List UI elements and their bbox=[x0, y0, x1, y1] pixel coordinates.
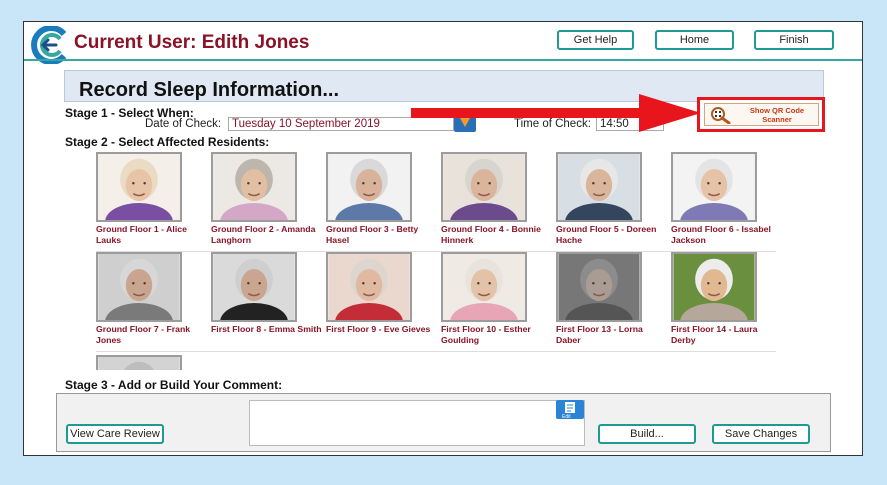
header-divider bbox=[24, 59, 862, 61]
stage2-label: Stage 2 - Select Affected Residents: bbox=[65, 135, 270, 149]
edit-icon-label: Edit bbox=[562, 414, 571, 420]
residents-grid: Ground Floor 1 - Alice Lauks Ground Floor… bbox=[96, 152, 786, 370]
row-divider bbox=[96, 351, 776, 352]
person-portrait-icon bbox=[213, 154, 295, 220]
date-of-check-label: Date of Check: bbox=[145, 118, 222, 130]
resident-photo bbox=[671, 252, 757, 322]
resident-name: First Floor 8 - Emma Smith bbox=[211, 324, 322, 334]
get-help-button[interactable]: Get Help bbox=[557, 30, 634, 50]
resident-photo bbox=[211, 252, 297, 322]
resident-photo bbox=[326, 152, 412, 222]
resident-name: Ground Floor 2 - Amanda Langhorn bbox=[211, 224, 316, 245]
magnifier-qr-icon bbox=[711, 107, 731, 124]
resident-name: Ground Floor 7 - Frank Jones bbox=[96, 324, 191, 345]
resident-name: First Floor 9 - Eve Gieves bbox=[326, 324, 431, 334]
resident-card[interactable] bbox=[96, 355, 206, 370]
person-portrait-icon bbox=[213, 254, 295, 320]
comment-panel: View Care Review Edit Build... Save Chan… bbox=[56, 393, 831, 452]
resident-card[interactable]: Ground Floor 7 - Frank Jones bbox=[96, 252, 206, 350]
resident-photo bbox=[211, 152, 297, 222]
person-portrait-icon bbox=[98, 154, 180, 220]
resident-card[interactable]: First Floor 14 - Laura Derby bbox=[671, 252, 781, 350]
resident-photo bbox=[441, 152, 527, 222]
person-portrait-icon bbox=[328, 254, 410, 320]
resident-photo bbox=[556, 152, 642, 222]
resident-name: First Floor 14 - Laura Derby bbox=[671, 324, 758, 345]
stage3-label: Stage 3 - Add or Build Your Comment: bbox=[65, 378, 283, 392]
resident-card[interactable]: Ground Floor 1 - Alice Lauks bbox=[96, 152, 206, 250]
person-portrait-icon bbox=[443, 154, 525, 220]
resident-card[interactable]: First Floor 9 - Eve Gieves bbox=[326, 252, 436, 350]
resident-card[interactable]: Ground Floor 2 - Amanda Langhorn bbox=[211, 152, 321, 250]
comment-textarea[interactable] bbox=[249, 400, 585, 446]
qr-scanner-label: Show QR Code Scanner bbox=[749, 106, 805, 124]
resident-photo bbox=[326, 252, 412, 322]
finish-button[interactable]: Finish bbox=[754, 30, 834, 50]
resident-name: Ground Floor 5 - Doreen Hache bbox=[556, 224, 657, 245]
resident-name: Ground Floor 4 - Bonnie Hinnerk bbox=[441, 224, 541, 245]
resident-name: First Floor 10 - Esther Goulding bbox=[441, 324, 531, 345]
person-portrait-icon bbox=[98, 254, 180, 320]
person-portrait-icon bbox=[558, 154, 640, 220]
resident-name: First Floor 13 - Lorna Daber bbox=[556, 324, 643, 345]
person-portrait-icon bbox=[558, 254, 640, 320]
app-window: Current User: Edith Jones Get Help Home … bbox=[23, 21, 863, 456]
resident-photo bbox=[671, 152, 757, 222]
resident-photo bbox=[96, 355, 182, 370]
red-arrow-annotation bbox=[411, 94, 701, 132]
resident-name: Ground Floor 6 - Issabel Jackson bbox=[671, 224, 771, 245]
person-portrait-icon bbox=[98, 357, 180, 370]
resident-card[interactable]: Ground Floor 4 - Bonnie Hinnerk bbox=[441, 152, 551, 250]
section-title: Record Sleep Information... bbox=[79, 79, 340, 101]
current-user-title: Current User: Edith Jones bbox=[74, 32, 310, 53]
build-button[interactable]: Build... bbox=[598, 424, 696, 444]
show-qr-scanner-button[interactable]: Show QR Code Scanner bbox=[704, 103, 819, 126]
person-portrait-icon bbox=[443, 254, 525, 320]
resident-photo bbox=[96, 252, 182, 322]
resident-name: Ground Floor 3 - Betty Hasel bbox=[326, 224, 419, 245]
resident-card[interactable]: First Floor 8 - Emma Smith bbox=[211, 252, 322, 350]
qr-scanner-highlight: Show QR Code Scanner bbox=[697, 97, 825, 132]
resident-card[interactable]: First Floor 10 - Esther Goulding bbox=[441, 252, 551, 350]
view-care-review-button[interactable]: View Care Review bbox=[66, 424, 164, 444]
save-changes-button[interactable]: Save Changes bbox=[712, 424, 810, 444]
home-button[interactable]: Home bbox=[655, 30, 734, 50]
person-portrait-icon bbox=[328, 154, 410, 220]
resident-card[interactable]: Ground Floor 5 - Doreen Hache bbox=[556, 152, 666, 250]
resident-name: Ground Floor 1 - Alice Lauks bbox=[96, 224, 187, 245]
person-portrait-icon bbox=[673, 254, 755, 320]
resident-photo bbox=[556, 252, 642, 322]
resident-photo bbox=[96, 152, 182, 222]
resident-card[interactable]: First Floor 13 - Lorna Daber bbox=[556, 252, 666, 350]
resident-card[interactable]: Ground Floor 6 - Issabel Jackson bbox=[671, 152, 781, 250]
resident-card[interactable]: Ground Floor 3 - Betty Hasel bbox=[326, 152, 436, 250]
resident-photo bbox=[441, 252, 527, 322]
person-portrait-icon bbox=[673, 154, 755, 220]
